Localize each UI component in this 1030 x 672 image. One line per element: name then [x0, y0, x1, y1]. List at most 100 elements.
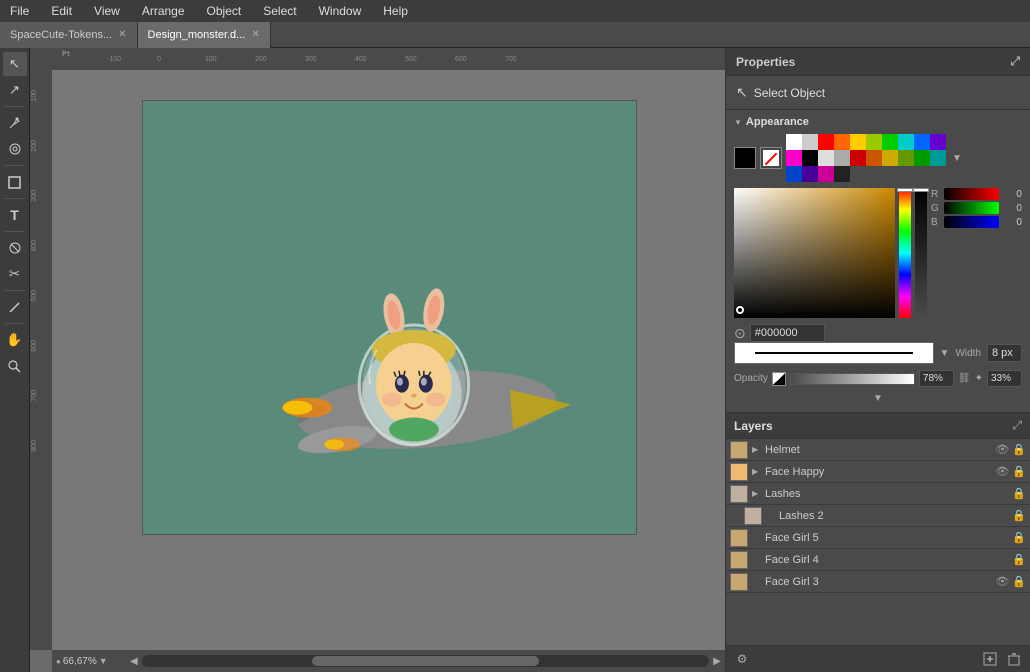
layers-expand-icon[interactable]: ⤢: [1012, 418, 1022, 433]
palette-color-dlgreen[interactable]: [898, 150, 914, 166]
app-window: File Edit View Arrange Object Select Win…: [0, 0, 1030, 672]
alpha-strip[interactable]: [915, 188, 927, 318]
layers-delete-btn[interactable]: [1004, 649, 1024, 669]
stroke-dropdown-arrow[interactable]: ▼: [940, 348, 950, 359]
layer-expand-lashes[interactable]: ▶: [752, 489, 762, 498]
palette-color-lgray2[interactable]: [818, 150, 834, 166]
palette-color-dpurple[interactable]: [802, 166, 818, 182]
palette-color-blue[interactable]: [914, 134, 930, 150]
layers-footer: ⚙: [726, 645, 1030, 672]
layer-lock-face-girl-5[interactable]: 🔒: [1012, 531, 1026, 544]
menu-file[interactable]: File: [6, 2, 33, 20]
stroke-swatch[interactable]: [760, 147, 782, 169]
tab-design-monster[interactable]: Design_monster.d... ✕: [138, 22, 271, 48]
layer-row-face-girl-5[interactable]: ▶ Face Girl 5 🔒: [726, 527, 1030, 549]
h-scrollbar[interactable]: [142, 655, 710, 667]
palette-color-cyan[interactable]: [898, 134, 914, 150]
layers-new-btn[interactable]: [980, 649, 1000, 669]
g-slider[interactable]: [944, 202, 999, 214]
erase-tool[interactable]: [3, 236, 27, 260]
appearance-label: Appearance: [746, 116, 809, 128]
layer-row-face-girl-3[interactable]: ▶ Face Girl 3 👁 🔒: [726, 571, 1030, 593]
layer-expand-face-happy[interactable]: ▶: [752, 467, 762, 476]
menu-window[interactable]: Window: [315, 2, 366, 20]
toolbar-divider-5: [5, 290, 25, 291]
palette-color-red[interactable]: [818, 134, 834, 150]
palette-color-dyellow[interactable]: [882, 150, 898, 166]
palette-color-dpink[interactable]: [818, 166, 834, 182]
canvas-viewport[interactable]: [52, 70, 725, 650]
layer-eye-face-girl-3[interactable]: 👁: [995, 575, 1009, 588]
layer-lock-face-girl-4[interactable]: 🔒: [1012, 553, 1026, 566]
palette-expand-btn[interactable]: ▼: [950, 151, 964, 166]
tab-spacecute-close[interactable]: ✕: [118, 29, 126, 40]
palette-color-yellow[interactable]: [850, 134, 866, 150]
layer-lock-helmet[interactable]: 🔒: [1012, 443, 1026, 456]
link-icon[interactable]: ⛓: [958, 373, 971, 384]
palette-color-green[interactable]: [882, 134, 898, 150]
layer-thumbnail-face-girl-4: [730, 551, 748, 569]
scissors-tool[interactable]: ✂: [3, 262, 27, 286]
palette-color-lgreen[interactable]: [866, 134, 882, 150]
hex-input[interactable]: [750, 324, 825, 342]
palette-color-orange[interactable]: [834, 134, 850, 150]
menu-edit[interactable]: Edit: [47, 2, 76, 20]
layer-lock-face-girl-3[interactable]: 🔒: [1012, 575, 1026, 588]
palette-color-pink[interactable]: [786, 150, 802, 166]
color-gradient[interactable]: [734, 188, 895, 318]
stroke-preview[interactable]: [734, 342, 934, 364]
zoom-tool[interactable]: [3, 354, 27, 378]
palette-color-white[interactable]: [786, 134, 802, 150]
palette-color-dred[interactable]: [850, 150, 866, 166]
palette-color-dcyan[interactable]: [930, 150, 946, 166]
palette-color-dblue[interactable]: [786, 166, 802, 182]
palette-color-dorange[interactable]: [866, 150, 882, 166]
pen-tool[interactable]: [3, 111, 27, 135]
layer-row-lashes2[interactable]: ▶ Lashes 2 🔒: [726, 505, 1030, 527]
rect-tool[interactable]: [3, 170, 27, 194]
fill-swatch[interactable]: [734, 147, 756, 169]
palette-color-lgray[interactable]: [802, 134, 818, 150]
scroll-right-arrow[interactable]: ▶: [713, 656, 721, 667]
tab-spacecute[interactable]: SpaceCute-Tokens... ✕: [0, 22, 138, 48]
properties-expand-icon[interactable]: ⤢: [1010, 54, 1020, 69]
hue-strip[interactable]: [899, 188, 911, 318]
palette-color-dgreen[interactable]: [914, 150, 930, 166]
r-slider[interactable]: [944, 188, 999, 200]
menu-arrange[interactable]: Arrange: [138, 2, 189, 20]
layers-settings-btn[interactable]: ⚙: [732, 649, 752, 669]
layer-row-face-girl-4[interactable]: ▶ Face Girl 4 🔒: [726, 549, 1030, 571]
menu-view[interactable]: View: [90, 2, 124, 20]
zoom-dropdown[interactable]: ▼: [99, 656, 108, 666]
layer-lock-face-happy[interactable]: 🔒: [1012, 465, 1026, 478]
layer-row-lashes[interactable]: ▶ Lashes 🔒: [726, 483, 1030, 505]
hand-tool[interactable]: ✋: [3, 328, 27, 352]
line-tool[interactable]: [3, 295, 27, 319]
scroll-left-arrow[interactable]: ◀: [130, 656, 138, 667]
layer-expand-helmet[interactable]: ▶: [752, 445, 762, 454]
palette-color-black[interactable]: [802, 150, 818, 166]
menu-select[interactable]: Select: [259, 2, 300, 20]
layer-eye-helmet[interactable]: 👁: [995, 443, 1009, 456]
layer-row-face-happy[interactable]: ▶ Face Happy 👁 🔒: [726, 461, 1030, 483]
palette-color-purple[interactable]: [930, 134, 946, 150]
b-slider[interactable]: [944, 216, 999, 228]
text-tool[interactable]: T: [3, 203, 27, 227]
layer-eye-face-happy[interactable]: 👁: [995, 465, 1009, 478]
palette-color-dark[interactable]: [834, 166, 850, 182]
direct-select-tool[interactable]: ↗: [3, 78, 27, 102]
palette-color-mgray[interactable]: [834, 150, 850, 166]
menu-help[interactable]: Help: [379, 2, 412, 20]
opacity-slider[interactable]: [790, 373, 915, 385]
eyedropper-icon[interactable]: ⊙: [734, 325, 746, 342]
pen2-tool[interactable]: [3, 137, 27, 161]
tab-design-monster-close[interactable]: ✕: [251, 29, 259, 40]
menu-object[interactable]: Object: [203, 2, 246, 20]
artboard[interactable]: [142, 100, 637, 535]
layers-list[interactable]: ▶ Helmet 👁 🔒 ▶ Face Happy 👁: [726, 439, 1030, 645]
layer-lock-lashes2[interactable]: 🔒: [1012, 509, 1026, 522]
select-tool[interactable]: ↖: [3, 52, 27, 76]
layer-lock-lashes[interactable]: 🔒: [1012, 487, 1026, 500]
appearance-expand[interactable]: ▼: [734, 391, 1022, 406]
layer-row-helmet[interactable]: ▶ Helmet 👁 🔒: [726, 439, 1030, 461]
